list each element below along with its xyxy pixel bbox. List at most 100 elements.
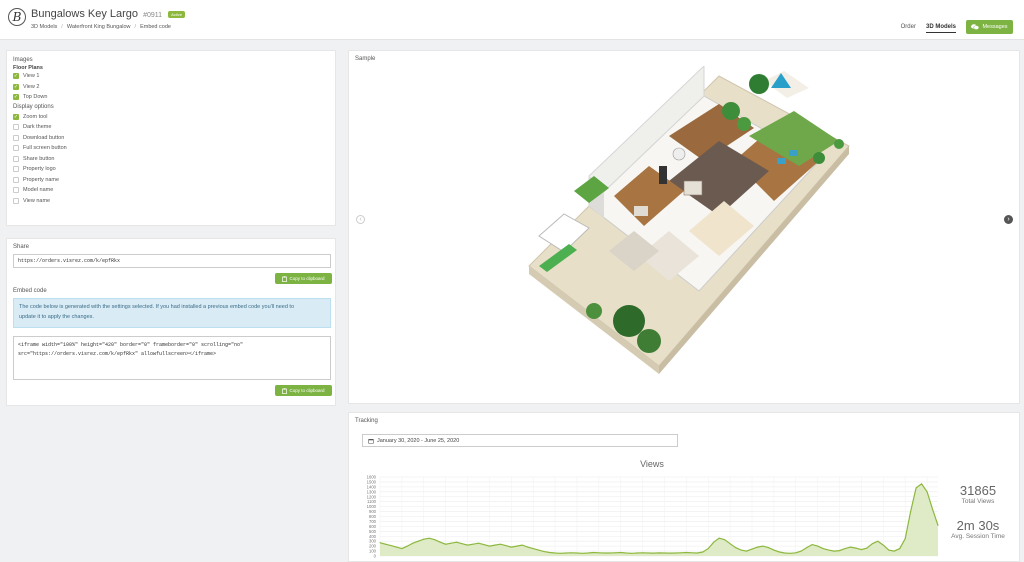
data-point (390, 545, 392, 547)
image-checkbox-item[interactable]: ✓ View 2 (13, 82, 67, 93)
sample-panel: Sample ‹ › (348, 50, 1020, 404)
data-point (696, 552, 698, 554)
checkbox[interactable]: ✓ (13, 94, 19, 101)
checkbox[interactable] (13, 187, 19, 194)
breadcrumb-model[interactable]: Waterfront King Bungalow (67, 24, 131, 30)
page-title: Bungalows Key Largo #0911 Active (31, 8, 185, 20)
property-logo[interactable]: B (8, 8, 26, 26)
data-point (647, 552, 649, 554)
data-point (729, 543, 731, 545)
data-point (625, 552, 627, 554)
data-point (680, 552, 682, 554)
checkbox-label: Property name (23, 176, 60, 183)
data-point (423, 538, 425, 540)
next-arrow-icon[interactable]: › (1004, 215, 1013, 224)
data-point (434, 539, 436, 541)
share-copy-button[interactable]: Copy to clipboard (275, 273, 332, 284)
checkbox[interactable] (13, 134, 19, 141)
y-tick-label: 1100 (367, 499, 377, 504)
data-point (746, 550, 748, 552)
floor-plan-3d-image[interactable] (519, 66, 859, 401)
display-option-checkbox-item[interactable]: Share button (13, 154, 67, 165)
display-option-checkbox-item[interactable]: Property logo (13, 164, 67, 175)
data-point (576, 552, 578, 554)
data-point (735, 547, 737, 549)
data-point (713, 541, 715, 543)
display-option-checkbox-item[interactable]: View name (13, 196, 67, 207)
date-range-picker[interactable]: January 30, 2020 - June 25, 2020 (362, 434, 678, 447)
checkbox[interactable] (13, 166, 19, 173)
breadcrumb-3d-models[interactable]: 3D Models (31, 24, 57, 30)
data-point (538, 549, 540, 551)
embed-info-alert: The code below is generated with the set… (13, 298, 331, 328)
checkbox-label: Dark theme (23, 124, 52, 131)
share-url-field[interactable]: https://orders.visrez.com/k/epfRkx (13, 254, 331, 268)
checkbox[interactable] (13, 145, 19, 152)
image-checkbox-item[interactable]: ✓ View 1 (13, 71, 67, 82)
checkbox[interactable] (13, 155, 19, 162)
y-tick-label: 1500 (367, 479, 377, 484)
checkbox[interactable]: ✓ (13, 73, 19, 80)
property-name: Bungalows Key Largo (31, 8, 139, 20)
data-point (702, 551, 704, 553)
display-options-list: ✓ Zoom tool Dark theme Download button Full … (13, 112, 67, 207)
data-point (669, 552, 671, 554)
y-tick-label: 1300 (367, 489, 377, 494)
messages-button[interactable]: Messages (966, 20, 1013, 34)
data-point (871, 543, 873, 545)
display-option-checkbox-item[interactable]: Download button (13, 133, 67, 144)
share-url-value: https://orders.visrez.com/k/epfRkx (18, 258, 121, 264)
data-point (762, 545, 764, 547)
prev-arrow-icon[interactable]: ‹ (356, 215, 365, 224)
checkbox[interactable]: ✓ (13, 83, 19, 90)
data-point (806, 547, 808, 549)
data-point (751, 548, 753, 550)
chat-icon (971, 24, 980, 30)
embed-code-line-1: <iframe width="100%" height="420" border… (18, 342, 244, 348)
data-point (685, 552, 687, 554)
embed-copy-button[interactable]: Copy to clipboard (275, 385, 332, 396)
share-title: Share (13, 244, 30, 250)
embed-code-textarea[interactable]: <iframe width="100%" height="420" border… (13, 336, 331, 380)
display-option-checkbox-item[interactable]: Full screen button (13, 143, 67, 154)
data-point (477, 542, 479, 544)
display-option-checkbox-item[interactable]: Dark theme (13, 122, 67, 133)
display-option-checkbox-item[interactable]: Model name (13, 185, 67, 196)
data-point (642, 552, 644, 554)
data-point (756, 546, 758, 548)
data-point (521, 544, 523, 546)
checkbox[interactable] (13, 124, 19, 131)
data-point (926, 491, 928, 493)
image-checkbox-item[interactable]: ✓ Top Down (13, 92, 67, 103)
data-point (510, 546, 512, 548)
data-point (428, 537, 430, 539)
data-point (718, 537, 720, 539)
views-line (379, 483, 939, 554)
total-views-stat: 31865 Total Views (938, 483, 1018, 505)
checkbox[interactable] (13, 176, 19, 183)
nav-order[interactable]: Order (901, 24, 916, 30)
data-point (549, 552, 551, 554)
data-point (653, 552, 655, 554)
data-point (789, 552, 791, 554)
chart-points (379, 483, 939, 554)
session-time-stat: 2m 30s Avg. Session Time (938, 518, 1018, 540)
data-point (439, 541, 441, 543)
nav-3d-models[interactable]: 3D Models (925, 24, 956, 33)
settings-panel: Images Floor Plans ✓ View 1 ✓ View 2 ✓ Top Do… (6, 50, 336, 226)
display-option-checkbox-item[interactable]: Property name (13, 175, 67, 186)
data-point (445, 543, 447, 545)
y-tick-label: 900 (369, 509, 377, 514)
data-point (893, 550, 895, 552)
data-point (691, 552, 693, 554)
main-nav: Order 3D Models (891, 24, 956, 33)
checkbox[interactable]: ✓ (13, 113, 19, 120)
data-point (833, 550, 835, 552)
data-point (614, 552, 616, 554)
chart-title: Views (640, 459, 664, 469)
checkbox[interactable] (13, 197, 19, 204)
display-option-checkbox-item[interactable]: ✓ Zoom tool (13, 112, 67, 123)
data-point (494, 544, 496, 546)
data-point (450, 542, 452, 544)
messages-label: Messages (982, 24, 1008, 30)
